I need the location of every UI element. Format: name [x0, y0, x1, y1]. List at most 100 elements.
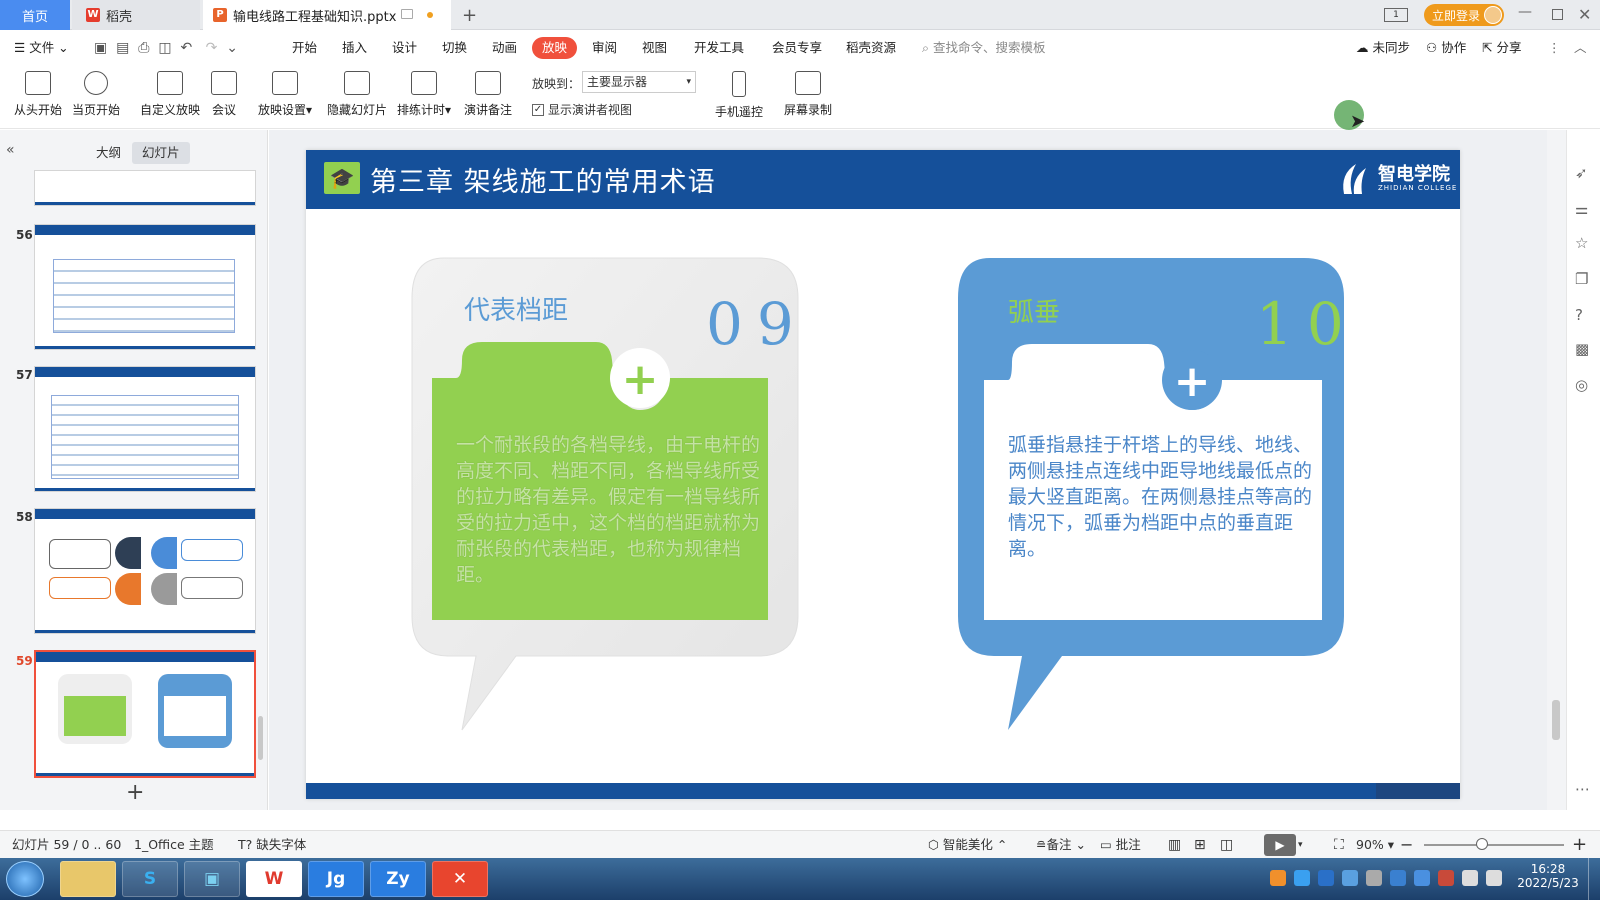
phone-remote-button[interactable]: 手机遥控 — [712, 69, 766, 125]
tab-transition[interactable]: 切换 — [442, 31, 467, 65]
more-dropdown-icon[interactable]: ⌄ — [226, 40, 238, 56]
current-slide[interactable]: 🎓 第三章 架线施工的常用术语 智电学院 ZHIDIAN COLLEGE + 代… — [306, 150, 1460, 799]
tab-slideshow[interactable]: 放映 — [532, 37, 578, 59]
slide-thumbnail-current[interactable] — [34, 650, 256, 778]
from-start-button[interactable]: 从头开始 — [10, 69, 66, 125]
sogou-icon[interactable]: S — [122, 861, 178, 897]
fit-window-icon[interactable]: ⛶ — [1334, 831, 1344, 859]
notes-button[interactable]: ≘备注 ⌄ — [1036, 831, 1086, 859]
new-tab-plus-icon[interactable]: + — [462, 5, 477, 26]
tab-design[interactable]: 设计 — [392, 31, 417, 65]
tab-insert[interactable]: 插入 — [342, 31, 367, 65]
clock[interactable]: 16:28 2022/5/23 — [1516, 862, 1580, 890]
speaker-notes-button[interactable]: 演讲备注 — [460, 69, 516, 125]
normal-view-icon[interactable]: ▥ — [1168, 831, 1181, 859]
tab-member[interactable]: 会员专享 — [772, 31, 822, 65]
meeting-button[interactable]: 会议 — [206, 69, 242, 125]
tray-media-icon[interactable] — [1318, 870, 1334, 886]
rocket-icon[interactable]: ➶ — [1575, 164, 1588, 182]
add-slide-plus-icon[interactable]: + — [126, 780, 144, 805]
collapse-panel-icon[interactable]: « — [6, 142, 15, 158]
share-button[interactable]: ⇱ 分享 — [1482, 31, 1521, 65]
more-icon[interactable]: ⋯ — [1575, 780, 1590, 798]
tray-speaker-icon[interactable] — [1438, 870, 1454, 886]
show-desktop-button[interactable] — [1588, 858, 1600, 900]
slide-thumbnail[interactable] — [34, 508, 256, 634]
grid-view-icon[interactable]: ⊞ — [1194, 831, 1206, 859]
sliders-icon[interactable]: ⚌ — [1575, 200, 1588, 218]
help-icon[interactable]: ? — [1575, 306, 1583, 324]
start-button[interactable] — [6, 861, 44, 897]
tray-bluetooth-icon[interactable] — [1414, 870, 1430, 886]
tray-fire-icon[interactable] — [1270, 870, 1286, 886]
screen-icon[interactable] — [401, 9, 413, 19]
tab-daoke-resources[interactable]: 稻壳资源 — [846, 31, 896, 65]
zoom-level[interactable]: 90% ▾ — [1356, 831, 1394, 859]
tab-document[interactable]: P 输电线路工程基础知识.pptx — [203, 0, 451, 30]
from-current-button[interactable]: 当页开始 — [68, 69, 124, 125]
zoom-in-icon[interactable]: + — [1572, 831, 1587, 859]
pin-icon[interactable]: ☆ — [1575, 234, 1588, 252]
compass-icon[interactable]: ◎ — [1575, 376, 1588, 394]
tray-loop-icon[interactable] — [1294, 870, 1310, 886]
wps-icon[interactable]: W — [246, 861, 302, 897]
file-explorer-icon[interactable] — [60, 861, 116, 897]
print-icon[interactable]: ⎙ — [138, 40, 149, 56]
tab-view[interactable]: 视图 — [642, 31, 667, 65]
tab-review[interactable]: 审阅 — [592, 31, 617, 65]
play-slideshow-button[interactable]: ▶ — [1264, 834, 1296, 856]
smart-beautify-button[interactable]: ⬡ 智能美化 ⌃ — [928, 831, 1007, 859]
zoom-slider-thumb[interactable] — [1476, 838, 1488, 850]
theme-name[interactable]: 1_Office 主题 — [134, 831, 214, 859]
tab-developer[interactable]: 开发工具 — [694, 31, 744, 65]
file-menu[interactable]: ☰ 文件 ⌄ — [14, 31, 69, 65]
tray-s-icon[interactable] — [1342, 870, 1358, 886]
restore-icon[interactable] — [1552, 9, 1563, 20]
tray-shield-icon[interactable] — [1390, 870, 1406, 886]
zoom-out-icon[interactable]: − — [1400, 831, 1413, 859]
tab-home[interactable]: 首页 — [0, 0, 70, 30]
hide-slide-button[interactable]: 隐藏幻灯片 — [324, 69, 390, 125]
slide-thumbnail[interactable] — [34, 170, 256, 206]
zy-app-icon[interactable]: Zy — [370, 861, 426, 897]
undo-icon[interactable]: ↶ — [181, 40, 193, 56]
missing-font-button[interactable]: T? 缺失字体 — [238, 831, 306, 859]
save-icon[interactable]: ▣ — [94, 40, 107, 56]
slide-thumbnail[interactable] — [34, 224, 256, 350]
slide-scrollbar[interactable] — [1547, 130, 1566, 810]
command-search[interactable]: ⌕ 查找命令、搜索模板 — [922, 31, 1046, 65]
sync-button[interactable]: ☁ 未同步 — [1356, 31, 1410, 65]
play-options-chevron-icon[interactable]: ▾ — [1298, 831, 1303, 859]
minimize-icon[interactable]: — — [1518, 4, 1532, 20]
jg-app-icon[interactable]: Jg — [308, 861, 364, 897]
image-icon[interactable]: ▩ — [1575, 340, 1589, 358]
collab-button[interactable]: ⚇ 协作 — [1426, 31, 1466, 65]
monitor-select[interactable]: 主要显示器 ▾ — [582, 71, 696, 93]
tab-animation[interactable]: 动画 — [492, 31, 517, 65]
custom-show-button[interactable]: 自定义放映 — [138, 69, 202, 125]
tray-network-icon[interactable] — [1462, 870, 1478, 886]
presenter-view-checkbox[interactable]: ✓ 显示演讲者视图 — [532, 101, 632, 118]
tab-slides[interactable]: 幻灯片 — [132, 142, 190, 164]
reading-view-icon[interactable]: ◫ — [1220, 831, 1233, 859]
close-icon[interactable]: ✕ — [1578, 5, 1591, 24]
tab-daoke[interactable]: W 稻壳 — [72, 0, 200, 30]
tab-start[interactable]: 开始 — [292, 31, 317, 65]
collapse-ribbon-icon[interactable]: ︿ — [1574, 31, 1587, 65]
red-app-icon[interactable]: ✕ — [432, 861, 488, 897]
slide-thumbnail[interactable] — [34, 366, 256, 492]
screen-record-button[interactable]: 屏幕录制 — [780, 69, 836, 125]
tray-volume-icon[interactable] — [1486, 870, 1502, 886]
more-options-icon[interactable]: ⋮ — [1548, 31, 1561, 65]
redo-icon[interactable]: ↷ — [206, 40, 218, 56]
tab-outline[interactable]: 大纲 — [86, 142, 131, 164]
camera-app-icon[interactable]: ▣ — [184, 861, 240, 897]
login-button[interactable]: 立即登录 — [1424, 4, 1504, 26]
preview-icon[interactable]: ◫ — [158, 40, 171, 56]
panel-scrollbar[interactable] — [258, 716, 263, 760]
slides-icon[interactable]: ❐ — [1575, 270, 1588, 288]
tray-gpu-icon[interactable] — [1366, 870, 1382, 886]
show-settings-button[interactable]: 放映设置▾ — [254, 69, 316, 125]
comments-button[interactable]: ▭ 批注 — [1100, 831, 1141, 859]
scrollbar-thumb[interactable] — [1552, 700, 1560, 740]
